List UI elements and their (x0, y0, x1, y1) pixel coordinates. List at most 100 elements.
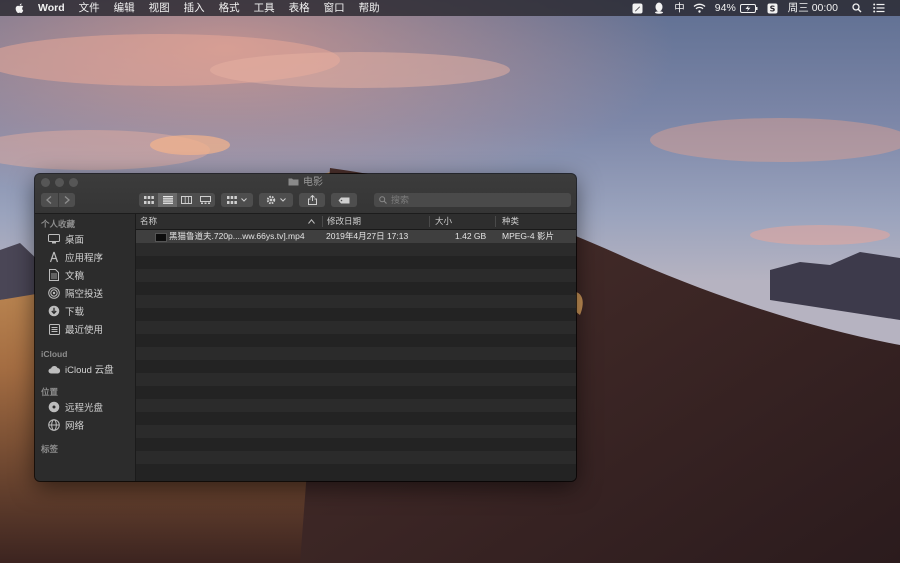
tag-icon (338, 197, 350, 203)
sidebar-item-applications[interactable]: 应用程序 (47, 249, 103, 265)
menu-view[interactable]: 视图 (149, 0, 170, 16)
apple-icon[interactable] (14, 2, 26, 14)
column-header-kind[interactable]: 种类 (498, 214, 519, 229)
chevron-right-icon (64, 196, 70, 204)
sidebar-item-label: 应用程序 (65, 253, 104, 264)
list-icon (162, 196, 173, 204)
grid-icon (143, 196, 154, 204)
window-title: 电影 (303, 177, 323, 188)
empty-row (136, 373, 576, 386)
sidebar-item-recents[interactable]: 最近使用 (47, 321, 103, 337)
sidebar-item-label: 桌面 (65, 235, 85, 246)
battery-charging-icon[interactable] (739, 2, 758, 14)
tag-button[interactable] (331, 193, 357, 207)
menu-insert[interactable]: 插入 (184, 0, 205, 16)
sidebar-heading-tags: 标签 (41, 444, 59, 454)
spotlight-search-icon[interactable] (850, 2, 864, 14)
sogou-input-icon[interactable]: S (766, 2, 780, 14)
menu-edit[interactable]: 编辑 (114, 0, 135, 16)
empty-row (136, 321, 576, 334)
sidebar-item-desktop[interactable]: 桌面 (47, 231, 84, 247)
sidebar-item-label: 远程光盘 (65, 403, 104, 414)
wifi-icon[interactable] (693, 2, 707, 14)
menu-format[interactable]: 格式 (219, 0, 240, 16)
sidebar-heading-icloud: iCloud (41, 349, 68, 359)
menu-window[interactable]: 窗口 (324, 0, 345, 16)
chevron-down-icon (241, 198, 247, 202)
empty-row (136, 269, 576, 282)
sidebar-item-label: 网络 (65, 421, 85, 432)
view-mode-control (139, 193, 215, 207)
column-header-date-modified[interactable]: 修改日期 (323, 214, 361, 229)
grid-icon (227, 196, 237, 204)
search-field[interactable]: 搜索 (374, 193, 571, 207)
sidebar-item-label: 最近使用 (65, 325, 104, 336)
sidebar-item-network[interactable]: 网络 (47, 417, 84, 433)
gallery-view-button[interactable] (196, 193, 215, 207)
empty-row (136, 243, 576, 256)
input-method-indicator[interactable]: 中 (674, 0, 685, 16)
forward-button[interactable] (59, 193, 76, 207)
list-view-button[interactable] (158, 193, 177, 207)
notification-center-icon[interactable] (872, 2, 886, 14)
empty-row (136, 347, 576, 360)
search-placeholder: 搜索 (391, 195, 410, 205)
empty-row (136, 308, 576, 321)
file-date-modified: 2019年4月27日 17:13 (326, 231, 409, 241)
sidebar-item-downloads[interactable]: 下载 (47, 303, 84, 319)
column-header-name[interactable]: 名称 (136, 214, 157, 229)
svg-text:S: S (770, 4, 776, 13)
sidebar-item-icloud-drive[interactable]: iCloud 云盘 (47, 361, 114, 377)
app-menu-word[interactable]: Word (38, 0, 65, 16)
column-divider[interactable] (429, 216, 430, 227)
finder-window: 电影 搜索 个人收藏 桌面 应用程序 文稿 隔空投送 下载 最近使用 iClou… (35, 174, 576, 481)
empty-row (136, 399, 576, 412)
gear-icon (266, 195, 276, 205)
empty-row (136, 412, 576, 425)
icon-view-button[interactable] (139, 193, 158, 207)
empty-row (136, 282, 576, 295)
menu-table[interactable]: 表格 (289, 0, 310, 16)
action-menu-button[interactable] (259, 193, 293, 207)
column-header-row: 名称 修改日期 大小 种类 (136, 214, 576, 230)
empty-row (136, 360, 576, 373)
menu-help[interactable]: 帮助 (359, 0, 380, 16)
gallery-icon (200, 196, 211, 204)
status-menus: 中 94% S 周三 00:00 (630, 0, 900, 16)
video-file-icon (155, 233, 167, 242)
applications-icon (47, 250, 61, 264)
folder-icon (288, 178, 299, 186)
sidebar-item-airdrop[interactable]: 隔空投送 (47, 285, 103, 301)
downloads-icon (47, 304, 61, 318)
group-by-button[interactable] (221, 193, 253, 207)
menu-bar: Word 文件 编辑 视图 插入 格式 工具 表格 窗口 帮助 中 94% S … (0, 0, 900, 16)
qq-icon[interactable] (652, 2, 666, 14)
documents-icon (47, 268, 61, 282)
sidebar-item-label: 隔空投送 (65, 289, 104, 300)
recents-icon (47, 322, 61, 336)
network-icon (47, 418, 61, 432)
column-divider[interactable] (495, 216, 496, 227)
file-list: 名称 修改日期 大小 种类 黑猫鲁道夫.720p....ww.66ys.tv].… (136, 214, 576, 481)
sidebar-item-documents[interactable]: 文稿 (47, 267, 84, 283)
sidebar-item-label: 下载 (65, 307, 85, 318)
file-name: 黑猫鲁道夫.720p....ww.66ys.tv].mp4 (169, 231, 305, 241)
battery-percentage: 94% (714, 2, 736, 14)
share-button[interactable] (299, 193, 325, 207)
pen-app-icon[interactable] (630, 2, 644, 14)
share-icon (307, 195, 317, 205)
column-header-size[interactable]: 大小 (431, 214, 452, 229)
airdrop-icon (47, 286, 61, 300)
menu-file[interactable]: 文件 (79, 0, 100, 16)
sidebar-heading-locations: 位置 (41, 387, 59, 397)
table-row[interactable]: 黑猫鲁道夫.720p....ww.66ys.tv].mp4 2019年4月27日… (136, 230, 576, 243)
remote-disc-icon (47, 400, 61, 414)
sidebar-item-remote-disc[interactable]: 远程光盘 (47, 399, 103, 415)
sidebar-item-label: iCloud 云盘 (65, 365, 114, 376)
back-button[interactable] (41, 193, 59, 207)
empty-row (136, 256, 576, 269)
menubar-clock[interactable]: 周三 00:00 (788, 0, 838, 16)
sort-ascending-icon (308, 219, 315, 224)
menu-tools[interactable]: 工具 (254, 0, 275, 16)
column-view-button[interactable] (177, 193, 196, 207)
